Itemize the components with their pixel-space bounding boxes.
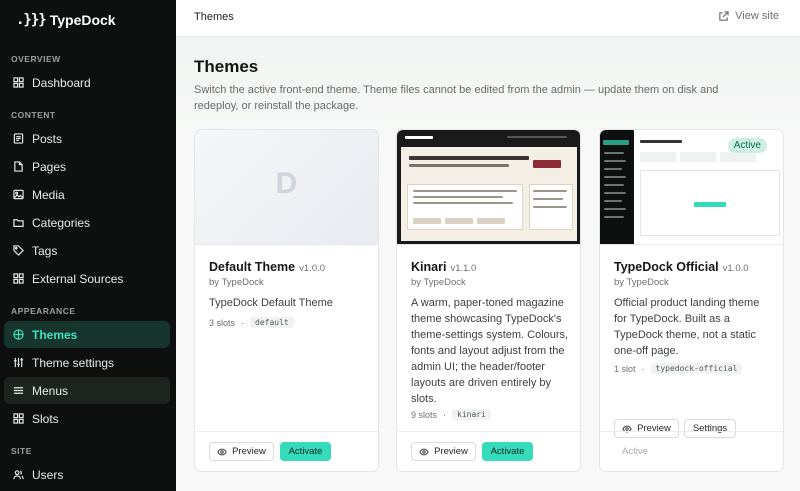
slot-count: 9 slots [411, 409, 438, 420]
sidebar-item-categories[interactable]: Categories [4, 209, 170, 236]
theme-card-typedock-official: Active TypeDock Official v1.0.0 by TypeDo… [599, 129, 784, 472]
meta-separator: · [641, 363, 645, 374]
page-subtitle: Switch the active front-end theme. Theme… [194, 84, 719, 112]
theme-author: by TypeDock [411, 277, 466, 288]
theme-meta: 3 slots · default [209, 317, 294, 328]
theme-version: v1.1.0 [450, 263, 477, 274]
sidebar-item-label: Users [32, 467, 64, 482]
activate-button[interactable]: Activate [482, 442, 533, 461]
theme-slug: kinari [452, 409, 491, 420]
sidebar-item-label: Media [32, 187, 65, 202]
main-content: Themes Switch the active front-end theme… [176, 37, 800, 491]
folder-icon [13, 219, 24, 227]
sidebar-item-label: Menus [32, 383, 69, 398]
grid-icon [13, 77, 24, 88]
theme-slug: default [250, 317, 294, 328]
theme-description: A warm, paper-toned magazine theme showc… [411, 297, 569, 405]
theme-card-default: D Default Theme v1.0.0 by TypeDock TypeDo… [194, 129, 379, 472]
sidebar-item-label: Dashboard [32, 75, 91, 90]
theme-name: Default Theme v1.0.0 [209, 260, 326, 274]
theme-thumbnail: Active [600, 130, 783, 245]
sidebar-item-theme-settings[interactable]: Theme settings [4, 349, 170, 376]
card-actions: Preview Activate [397, 431, 580, 471]
section-label-content: CONTENT [11, 110, 56, 120]
page-title: Themes [194, 57, 259, 76]
sidebar-item-label: Pages [32, 159, 67, 174]
sidebar-item-slots[interactable]: Slots [4, 405, 170, 432]
document-icon [13, 133, 24, 144]
theme-meta: 1 slot · typedock-official [614, 363, 743, 374]
grid-icon [13, 413, 24, 424]
sidebar-item-label: Slots [32, 411, 59, 426]
theme-author: by TypeDock [614, 277, 669, 288]
sidebar-item-posts[interactable]: Posts [4, 125, 170, 152]
sidebar-item-menus[interactable]: Menus [4, 377, 170, 404]
eye-icon [217, 448, 227, 455]
meta-separator: · [241, 317, 245, 328]
sidebar-item-label: Themes [32, 327, 78, 342]
section-label-appearance: APPEARANCE [11, 306, 76, 316]
theme-name: TypeDock Official v1.0.0 [614, 260, 749, 274]
theme-thumbnail [397, 130, 580, 245]
theme-description: Official product landing theme for TypeD… [614, 297, 760, 357]
tag-icon [13, 245, 24, 256]
sidebar-item-label: Posts [32, 131, 63, 146]
sidebar-item-label: Categories [32, 215, 91, 230]
sidebar-item-label: Theme settings [32, 355, 115, 370]
active-badge: Active [727, 138, 767, 153]
palette-icon [13, 329, 24, 340]
sidebar-item-users[interactable]: Users [4, 461, 170, 488]
sliders-icon [13, 357, 24, 368]
brand-logo[interactable]: .}}} TypeDock [16, 10, 116, 30]
card-actions: Preview Activate [195, 431, 378, 471]
users-icon [13, 470, 24, 480]
card-actions: Active [600, 431, 783, 471]
page-icon [14, 161, 23, 172]
sidebar-item-label: Tags [32, 243, 58, 258]
meta-separator: · [443, 409, 447, 420]
menu-icon [13, 387, 24, 394]
eye-icon [419, 448, 429, 455]
sidebar-item-external-sources[interactable]: External Sources [4, 265, 170, 292]
external-link-icon [719, 10, 729, 21]
breadcrumb: Themes [194, 11, 234, 23]
view-site-label: View site [735, 10, 779, 22]
sidebar-item-label: External Sources [32, 271, 124, 286]
section-label-site: SITE [11, 446, 32, 456]
theme-version: v1.0.0 [722, 263, 749, 274]
theme-description: TypeDock Default Theme [209, 297, 333, 309]
top-bar: Themes View site [176, 0, 800, 37]
sidebar: .}}} TypeDock OVERVIEW Dashboard CONTENT… [0, 0, 176, 491]
theme-name: Kinari v1.1.0 [411, 260, 477, 274]
view-site-link[interactable]: View site [718, 10, 779, 22]
sidebar-item-tags[interactable]: Tags [4, 237, 170, 264]
activate-button[interactable]: Activate [280, 442, 331, 461]
slot-count: 3 slots [209, 317, 236, 328]
sidebar-item-themes[interactable]: Themes [4, 321, 170, 348]
typedock-logo-icon: .}}} [16, 12, 47, 28]
theme-placeholder-letter: D [275, 167, 298, 200]
brand-name: TypeDock [49, 12, 116, 28]
image-icon [13, 189, 24, 200]
sidebar-item-media[interactable]: Media [4, 181, 170, 208]
sidebar-item-dashboard[interactable]: Dashboard [4, 69, 170, 96]
sidebar-item-pages[interactable]: Pages [4, 153, 170, 180]
preview-button[interactable]: Preview [209, 442, 274, 461]
active-status: Active [622, 446, 648, 457]
section-label-overview: OVERVIEW [11, 54, 61, 64]
theme-author: by TypeDock [209, 277, 264, 288]
theme-card-kinari: Kinari v1.1.0 by TypeDock A warm, paper-t… [396, 129, 581, 472]
theme-meta: 9 slots · kinari [411, 409, 491, 420]
theme-version: v1.0.0 [299, 263, 326, 274]
slot-count: 1 slot [614, 363, 636, 374]
theme-thumbnail: D [195, 130, 378, 245]
preview-button[interactable]: Preview [411, 442, 476, 461]
grid-icon [13, 273, 24, 284]
theme-slug: typedock-official [650, 363, 743, 374]
